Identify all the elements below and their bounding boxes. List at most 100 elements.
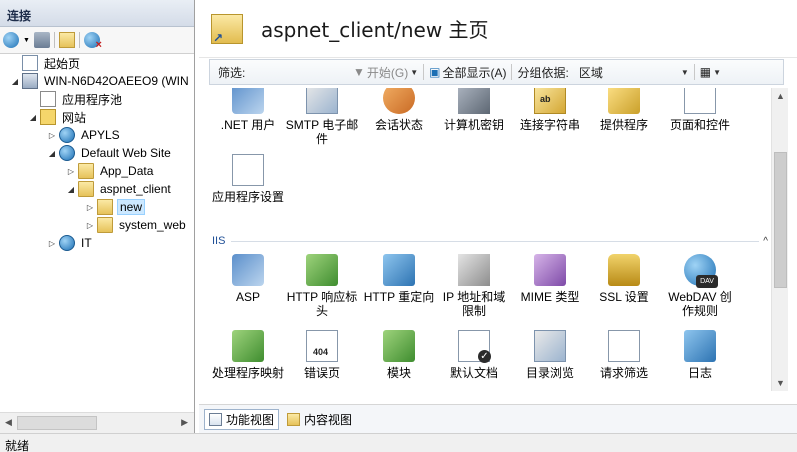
scroll-thumb[interactable] (17, 416, 97, 430)
feature-ssl-settings[interactable]: SSL 设置 (585, 254, 663, 304)
application-icon (97, 199, 113, 215)
tree-horizontal-scrollbar[interactable]: ◀ ▶ (0, 412, 194, 433)
tree-node-start-page[interactable]: 起始页 (10, 54, 82, 72)
tab-label: 功能视图 (226, 412, 275, 427)
app-pool-icon (40, 91, 56, 107)
status-text: 就绪 (5, 439, 30, 452)
tree-node-label: system_web (119, 218, 186, 232)
collapse-arrow-icon[interactable]: ◢ (47, 149, 57, 158)
tree-node-server[interactable]: ◢ WIN-N6D42OAEEO9 (WIN (10, 72, 191, 90)
up-level-icon[interactable] (58, 32, 75, 48)
scroll-up-icon[interactable]: ▲ (776, 91, 785, 101)
dropdown-arrow-icon: ▼ (680, 67, 689, 77)
grid-view-icon: ▦ (699, 65, 712, 79)
save-icon[interactable] (33, 32, 50, 48)
dropdown-arrow-icon: ▼ (713, 67, 722, 77)
connections-title: 连接 (0, 0, 194, 27)
feature-pages-controls[interactable]: 页面和控件 (661, 88, 739, 132)
feature-app-settings[interactable]: 应用程序设置 (209, 154, 287, 204)
expand-arrow-icon[interactable]: ▷ (85, 221, 95, 230)
scroll-right-icon[interactable]: ▶ (181, 417, 188, 428)
view-mode-button[interactable]: ▦ ▼ (697, 65, 724, 79)
feature-logging[interactable]: 日志 (661, 330, 739, 380)
tree-node-site-apyls[interactable]: ▷ APYLS (47, 126, 122, 144)
mime-types-icon (534, 254, 566, 286)
connect-globe-icon[interactable] (3, 32, 19, 48)
status-bar: 就绪 (0, 433, 797, 452)
tab-content-view[interactable]: 内容视图 (283, 409, 356, 430)
tree-node-system-web[interactable]: ▷ system_web (85, 216, 188, 234)
tab-features-view[interactable]: 功能视图 (204, 408, 280, 430)
feature-asp[interactable]: ASP (209, 254, 287, 304)
connections-pane: 连接 ▼ × 起始页 ◢ WIN-N6D42OAEEO9 (WIN 应用程序池 … (0, 0, 195, 433)
features-vertical-scrollbar[interactable]: ▲ ▼ (771, 88, 788, 391)
machine-key-icon (458, 88, 490, 114)
section-divider (231, 240, 760, 242)
feature-request-filtering[interactable]: 请求筛选 (585, 330, 663, 380)
sites-icon (40, 109, 56, 125)
page-header: aspnet_client/new 主页 (199, 0, 797, 58)
features-view-icon (209, 412, 222, 426)
expand-arrow-icon[interactable]: ▷ (47, 239, 57, 248)
feature-label: 连接字符串 (519, 118, 580, 132)
feature-error-pages[interactable]: 404 错误页 (283, 330, 361, 380)
scroll-down-icon[interactable]: ▼ (776, 378, 785, 388)
start-filter-button[interactable]: ▼ 开始(G) ▼ (350, 64, 421, 81)
expand-arrow-icon[interactable]: ▷ (66, 167, 76, 176)
feature-ip-domain-restrictions[interactable]: IP 地址和域限制 (435, 254, 513, 318)
expand-arrow-icon[interactable]: ▷ (47, 131, 57, 140)
connections-toolbar: ▼ × (0, 27, 194, 54)
feature-default-document[interactable]: ✓ 默认文档 (435, 330, 513, 380)
tree-node-label: Default Web Site (81, 146, 171, 160)
filter-toolbar: 筛选: ▼ 开始(G) ▼ ▣ 全部显示(A) 分组依据: 区域 ▼ ▦ ▼ (209, 59, 784, 85)
expand-arrow-icon[interactable]: ▷ (85, 203, 95, 212)
disconnect-icon[interactable]: × (83, 32, 102, 51)
feature-modules[interactable]: 模块 (360, 330, 438, 380)
scroll-left-icon[interactable]: ◀ (5, 417, 12, 428)
feature-directory-browsing[interactable]: 目录浏览 (511, 330, 589, 380)
feature-smtp-email[interactable]: SMTP 电子邮件 (283, 88, 361, 146)
ip-domain-restrictions-icon (458, 254, 490, 286)
scroll-thumb[interactable] (774, 152, 787, 288)
tab-label: 内容视图 (304, 412, 353, 427)
collapse-arrow-icon[interactable]: ◢ (28, 113, 38, 122)
tree-node-new[interactable]: ▷ new (85, 198, 146, 216)
feature-webdav[interactable]: DAV WebDAV 创作规则 (661, 254, 739, 318)
connect-dropdown-icon[interactable]: ▼ (23, 37, 30, 44)
feature-http-redirect[interactable]: HTTP 重定向 (360, 254, 438, 304)
section-header-iis[interactable]: IIS ^ (209, 232, 774, 250)
feature-net-users[interactable]: .NET 用户 (209, 88, 287, 132)
modules-icon (383, 330, 415, 362)
start-page-icon (22, 55, 38, 71)
providers-icon (608, 88, 640, 114)
collapse-section-icon[interactable]: ^ (763, 236, 768, 247)
application-folder-icon (211, 13, 243, 45)
tree-node-sites[interactable]: ◢ 网站 (28, 108, 88, 126)
tree-node-app-data[interactable]: ▷ App_Data (66, 162, 155, 180)
asp-icon (232, 254, 264, 286)
feature-mime-types[interactable]: MIME 类型 (511, 254, 589, 304)
http-headers-icon (306, 254, 338, 286)
collapse-arrow-icon[interactable]: ◢ (10, 77, 20, 86)
feature-connection-strings[interactable]: ab 连接字符串 (511, 88, 589, 132)
feature-http-headers[interactable]: HTTP 响应标头 (283, 254, 361, 318)
feature-label: 应用程序设置 (211, 190, 284, 204)
tree-node-default-web-site[interactable]: ◢ Default Web Site (47, 144, 173, 162)
feature-label: 计算机密钥 (443, 118, 504, 132)
tree-node-site-it[interactable]: ▷ IT (47, 234, 94, 252)
feature-machine-key[interactable]: 计算机密钥 (435, 88, 513, 132)
app-settings-icon (232, 154, 264, 186)
show-all-button[interactable]: ▣ 全部显示(A) (426, 64, 509, 81)
group-by-select[interactable]: 分组依据: 区域 ▼ (514, 64, 691, 81)
feature-handler-mappings[interactable]: 处理程序映射 (209, 330, 287, 380)
collapse-arrow-icon[interactable]: ◢ (66, 185, 76, 194)
globe-icon (59, 235, 75, 251)
tree-node-aspnet-client[interactable]: ◢ aspnet_client (66, 180, 173, 198)
dropdown-arrow-icon: ▼ (410, 67, 419, 77)
server-icon (22, 73, 38, 89)
tree-node-label: aspnet_client (100, 182, 171, 196)
feature-providers[interactable]: 提供程序 (585, 88, 663, 132)
ssl-settings-icon (608, 254, 640, 286)
tree-node-app-pools[interactable]: 应用程序池 (28, 90, 124, 108)
feature-session-state[interactable]: 会话状态 (360, 88, 438, 132)
